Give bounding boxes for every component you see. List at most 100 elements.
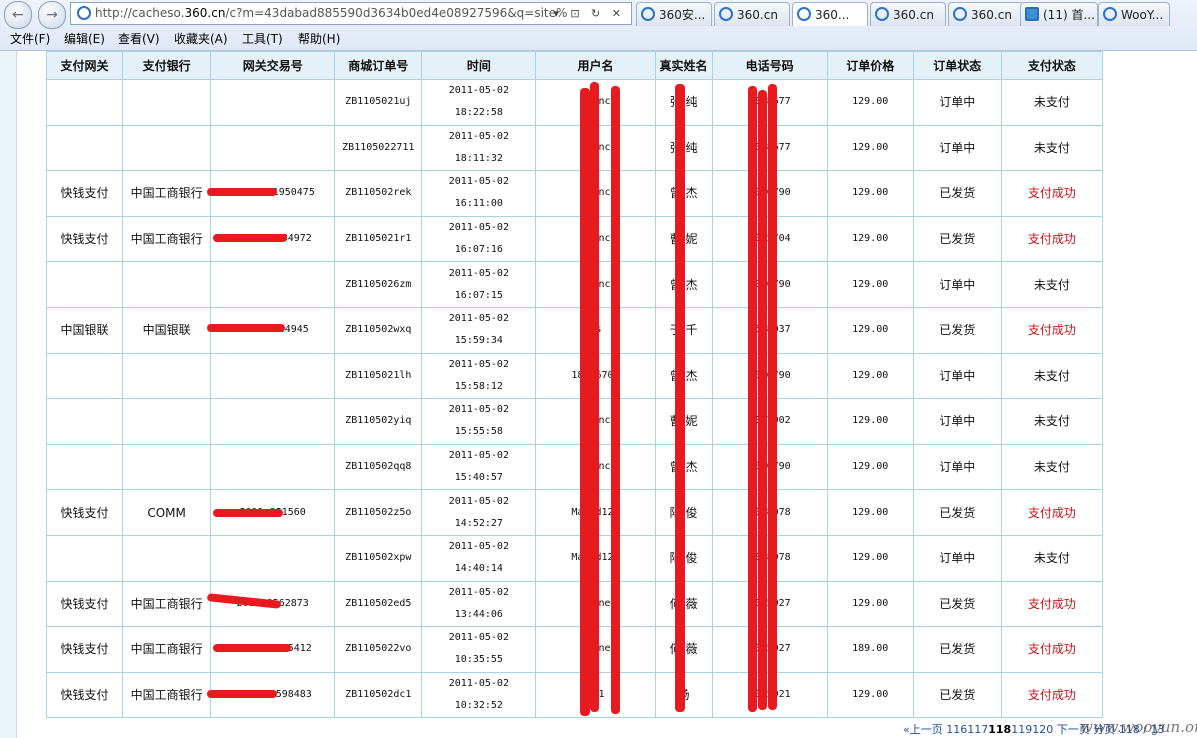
time-cell: 2011-05-02 15:40:57 — [421, 443, 537, 491]
table-row: 快钱支付中国工商银行2011 8562873ZB110502ed52011-05… — [45, 580, 1104, 628]
gateway-cell: 快钱支付 — [45, 215, 124, 263]
order-status-cell: 已发货 — [912, 626, 1002, 673]
watermark: www.wooyun.org — [1080, 718, 1197, 736]
pay-status-cell: 未支付 — [1000, 124, 1104, 172]
orders-table: 支付网关 支付银行 网关交易号 商城订单号 时间 用户名 真实姓名 电话号码 订… — [45, 51, 1104, 719]
gateway-cell: 中国银联 — [45, 306, 124, 354]
browser-tab[interactable]: 360.cn — [870, 2, 946, 26]
gateway-cell — [45, 261, 124, 308]
gateway-txn-cell — [210, 124, 336, 172]
order-status-cell: 订单中 — [912, 398, 1002, 445]
pay-status-cell: 支付成功 — [1000, 580, 1104, 628]
pay-status-cell: 支付成功 — [1000, 306, 1104, 354]
menu-edit[interactable]: 编辑(E) — [64, 29, 105, 50]
menu-view[interactable]: 查看(V) — [118, 29, 160, 50]
order-no-cell: ZB1105021uj — [334, 79, 423, 126]
order-no-cell: ZB1105021lh — [334, 352, 423, 400]
col-header: 用户名 — [535, 51, 656, 80]
menu-tools[interactable]: 工具(T) — [242, 29, 283, 50]
bank-cell: 中国工商银行 — [122, 626, 212, 673]
time-cell: 2011-05-02 10:32:52 — [421, 671, 537, 719]
browser-tab[interactable]: WooY... — [1098, 2, 1170, 26]
browser-tab[interactable]: 360.cn — [948, 2, 1024, 26]
bank-cell — [122, 261, 212, 308]
pay-status-cell: 支付成功 — [1000, 170, 1104, 217]
time-cell: 2011-05-02 15:58:12 — [421, 352, 537, 400]
order-no-cell: ZB110502dc1 — [334, 671, 423, 719]
table-row: 快钱支付中国工商银行2011 41275412ZB1105022vo2011-0… — [45, 626, 1104, 673]
browser-chrome: ← → http://cacheso.360.cn/c?m=43dabad885… — [0, 0, 1197, 51]
redaction-stroke — [213, 644, 291, 652]
order-status-cell: 订单中 — [912, 534, 1002, 582]
gateway-txn-cell — [210, 443, 336, 491]
table-row: ZB11050227112011-05-02 18:11:32zh nc张 纯1… — [45, 124, 1104, 172]
menu-help[interactable]: 帮助(H) — [298, 29, 340, 50]
order-status-cell: 已发货 — [912, 306, 1002, 354]
bank-cell — [122, 124, 212, 172]
redaction-stroke — [748, 86, 757, 712]
bank-cell: COMM — [122, 489, 212, 536]
gateway-cell: 快钱支付 — [45, 580, 124, 628]
page-links-after[interactable]: 119120 — [1011, 723, 1053, 736]
price-cell: 129.00 — [826, 671, 914, 719]
redaction-stroke — [768, 84, 777, 710]
gateway-cell: 快钱支付 — [45, 489, 124, 536]
left-panel — [0, 51, 17, 738]
order-status-cell: 订单中 — [912, 352, 1002, 400]
browser-tab[interactable]: 360.cn — [714, 2, 790, 26]
time-cell: 2011-05-02 14:52:27 — [421, 489, 537, 536]
table-row: ZB110502qq82011-05-02 15:40:57zh nc曾 杰18… — [45, 443, 1104, 491]
redaction-stroke — [580, 88, 590, 716]
pay-status-cell: 支付成功 — [1000, 215, 1104, 263]
menu-file[interactable]: 文件(F) — [10, 29, 50, 50]
address-bar[interactable]: http://cacheso.360.cn/c?m=43dabad885590d… — [70, 2, 632, 25]
bank-cell: 中国工商银行 — [122, 215, 212, 263]
redaction-stroke — [675, 84, 685, 712]
gateway-cell — [45, 398, 124, 445]
order-status-cell: 订单中 — [912, 79, 1002, 126]
price-cell: 129.00 — [826, 261, 914, 308]
table-body: ZB1105021uj2011-05-02 18:22:58zh nc张 纯13… — [45, 79, 1104, 719]
browser-tab[interactable]: (11) 首... — [1020, 2, 1098, 26]
time-cell: 2011-05-02 15:59:34 — [421, 306, 537, 354]
pay-status-cell: 支付成功 — [1000, 671, 1104, 719]
order-no-cell: ZB1105022vo — [334, 626, 423, 673]
pay-status-cell: 未支付 — [1000, 534, 1104, 582]
col-header: 支付银行 — [122, 51, 212, 80]
table-row: ZB110502xpw2011-05-02 14:40:14Mag d123陆 … — [45, 534, 1104, 582]
address-host: 360.cn — [184, 6, 226, 20]
price-cell: 129.00 — [826, 79, 914, 126]
redaction-stroke — [207, 324, 285, 332]
ie-tab-icon — [875, 7, 889, 21]
order-no-cell: ZB110502z5o — [334, 489, 423, 536]
price-cell: 189.00 — [826, 626, 914, 673]
price-cell: 129.00 — [826, 352, 914, 400]
table-row: 中国银联中国银联2011 0464945ZB110502wxq2011-05-0… — [45, 306, 1104, 354]
bank-cell — [122, 398, 212, 445]
bank-cell — [122, 352, 212, 400]
browser-tab-active[interactable]: 360... — [792, 2, 868, 26]
gateway-cell — [45, 124, 124, 172]
pay-status-cell: 未支付 — [1000, 443, 1104, 491]
table-row: ZB1105026zm2011-05-02 16:07:15zh nc曾 杰18… — [45, 261, 1104, 308]
back-icon[interactable]: ← — [4, 1, 32, 29]
time-cell: 2011-05-02 15:55:58 — [421, 398, 537, 445]
address-prefix: http://cacheso. — [95, 6, 185, 20]
table-row: 快钱支付中国工商银行2011 40984972ZB1105021r12011-0… — [45, 215, 1104, 263]
menu-favorites[interactable]: 收藏夹(A) — [174, 29, 228, 50]
prev-page-link[interactable]: «上一页 — [903, 723, 943, 736]
redaction-stroke — [611, 86, 620, 714]
price-cell: 129.00 — [826, 170, 914, 217]
browser-tab[interactable]: 360安... — [636, 2, 712, 26]
pay-status-cell: 支付成功 — [1000, 489, 1104, 536]
gateway-cell — [45, 534, 124, 582]
gateway-cell: 快钱支付 — [45, 626, 124, 673]
order-status-cell: 已发货 — [912, 580, 1002, 628]
gateway-txn-cell — [210, 352, 336, 400]
order-no-cell: ZB110502yiq — [334, 398, 423, 445]
gateway-cell: 快钱支付 — [45, 170, 124, 217]
forward-icon[interactable]: → — [38, 1, 66, 29]
ie-tab-icon — [1103, 7, 1117, 21]
address-tools[interactable]: ▾ ⊡ ↻ ✕ — [553, 3, 625, 24]
page-links-before[interactable]: 116117 — [946, 723, 988, 736]
